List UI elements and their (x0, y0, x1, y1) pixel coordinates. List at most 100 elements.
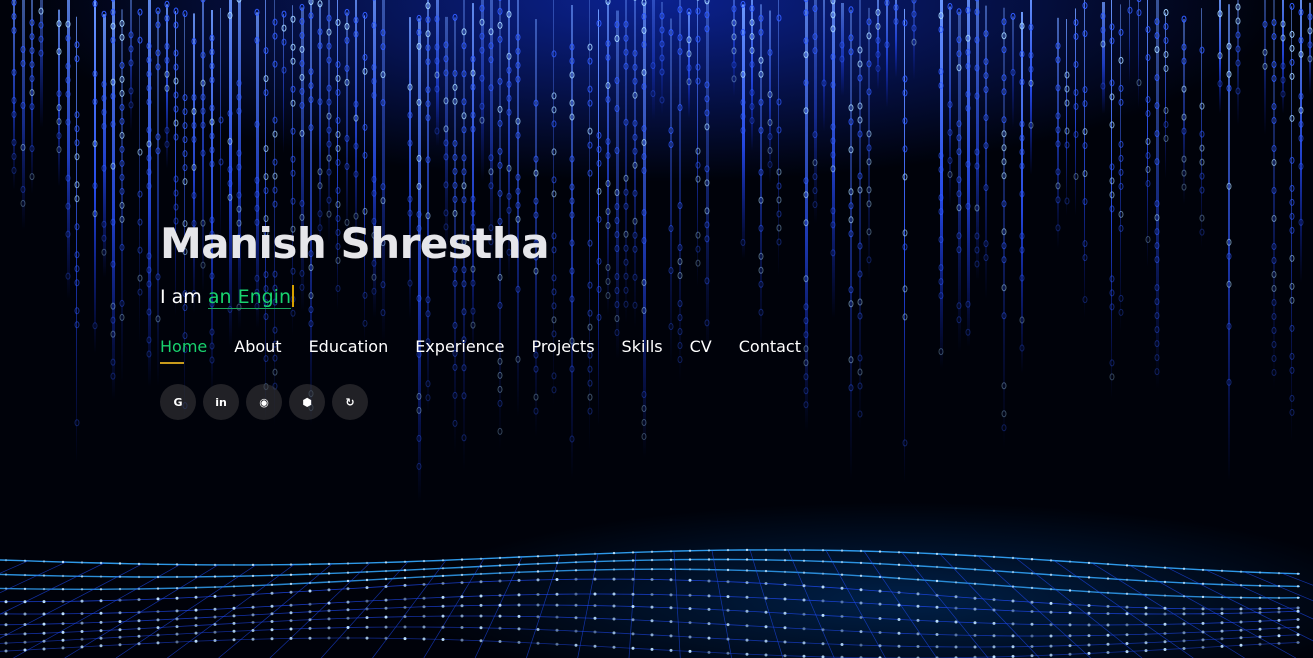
grid-node (175, 587, 179, 590)
grid-node (935, 565, 939, 569)
grid-node (1030, 654, 1034, 658)
grid-node (1049, 601, 1053, 605)
grid-node (1163, 612, 1167, 616)
grid-node (631, 618, 635, 622)
grid-node (99, 620, 103, 624)
github-link[interactable]: ◉ (246, 384, 282, 420)
github-icon: ◉ (259, 395, 269, 409)
grid-node (897, 618, 901, 621)
grid-node (1030, 634, 1034, 638)
grid-node (1277, 634, 1281, 638)
grid-node (574, 629, 578, 633)
grid-node (61, 612, 65, 616)
grid-node (1049, 559, 1053, 562)
linkedin-link[interactable]: in (203, 384, 239, 420)
hexagon-link[interactable]: ⬢ (289, 384, 325, 420)
grid-node (99, 644, 103, 648)
grid-node (802, 612, 806, 616)
grid-node (973, 554, 977, 557)
grid-node (1220, 621, 1224, 625)
nav-contact[interactable]: Contact (739, 336, 801, 370)
nav-experience[interactable]: Experience (415, 336, 504, 370)
grid-node (289, 603, 293, 607)
grid-node (460, 566, 464, 569)
grid-node (1258, 619, 1262, 623)
grid-line (423, 558, 485, 658)
grid-node (80, 645, 84, 649)
grid-node (555, 603, 559, 607)
grid-node (897, 577, 901, 580)
grid-node (175, 632, 179, 636)
grid-node (251, 563, 255, 567)
nav-education[interactable]: Education (309, 336, 389, 370)
grid-node (327, 609, 331, 613)
nav-skills[interactable]: Skills (622, 336, 663, 370)
grid-node (1220, 596, 1224, 599)
google-link[interactable]: G (160, 384, 196, 420)
grid-node (1106, 651, 1110, 654)
grid-node (1049, 653, 1053, 657)
grid-node (878, 550, 882, 553)
grid-node (574, 592, 578, 596)
grid-node (1125, 633, 1129, 637)
grid-node (612, 568, 616, 571)
grid-node (764, 548, 768, 552)
grid-node (593, 630, 597, 634)
grid-node (1277, 641, 1281, 645)
grid-node (707, 549, 711, 552)
grid-node (916, 578, 920, 581)
grid-node (1163, 606, 1167, 610)
grid-node (156, 618, 160, 622)
grid-node (4, 600, 8, 604)
grid-node (726, 548, 730, 552)
grid-node (1239, 636, 1243, 640)
grid-node (4, 623, 8, 627)
grid-node (669, 634, 673, 638)
nav-cv[interactable]: CV (690, 336, 712, 370)
grid-node (403, 560, 407, 563)
grid-node (1277, 572, 1281, 575)
grid-node (631, 592, 635, 596)
grid-node (479, 565, 483, 568)
grid-node (1258, 635, 1262, 639)
grid-node (460, 558, 464, 561)
grid-node (137, 587, 141, 591)
grid-node (1182, 581, 1186, 585)
grid-node (1011, 585, 1015, 588)
grid-node (669, 620, 673, 624)
leetcode-link[interactable]: ↻ (332, 384, 368, 420)
grid-node (1049, 588, 1053, 591)
grid-node (441, 567, 445, 570)
grid-node (992, 645, 996, 649)
grid-node (137, 598, 141, 602)
hero-section: Manish Shrestha I am an Engin Home About… (0, 0, 1313, 658)
grid-node (840, 549, 844, 552)
grid-node (365, 599, 369, 603)
grid-node (384, 615, 388, 619)
grid-node (1106, 604, 1110, 608)
grid-node (194, 639, 198, 643)
grid-node (460, 581, 464, 585)
grid-node (42, 612, 46, 616)
nav-projects[interactable]: Projects (531, 336, 594, 370)
grid-node (935, 605, 939, 609)
grid-node (1220, 607, 1224, 611)
grid-node (1277, 584, 1281, 588)
grid-node (574, 569, 578, 572)
grid-node (1144, 623, 1148, 627)
grid-node (631, 568, 635, 571)
grid-node (783, 611, 787, 615)
grid-node (593, 604, 597, 608)
grid-node (1163, 648, 1167, 651)
grid-node (1163, 632, 1167, 635)
grid-node (1144, 632, 1148, 636)
grid-node (1296, 606, 1300, 610)
grid-node (973, 645, 977, 649)
nav-about[interactable]: About (234, 336, 281, 370)
grid-node (403, 605, 407, 609)
grid-node (1030, 586, 1034, 590)
grid-node (460, 595, 464, 599)
grid-node (1201, 621, 1205, 625)
grid-node (1087, 590, 1091, 593)
nav-home[interactable]: Home (160, 336, 207, 370)
